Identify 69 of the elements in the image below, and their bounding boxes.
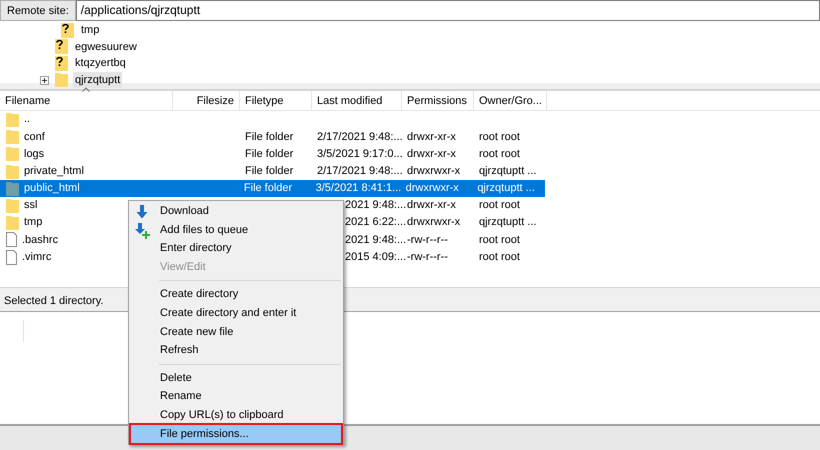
table-cell: -rw-r--r-- bbox=[407, 234, 448, 246]
file-name[interactable]: .. bbox=[22, 111, 32, 128]
menu-item[interactable]: Rename bbox=[131, 387, 341, 406]
table-cell: drwxr-xr-x bbox=[407, 130, 456, 143]
remote-site-label: Remote site: bbox=[0, 0, 76, 20]
folder-icon bbox=[6, 164, 19, 179]
menu-item[interactable]: Copy URL(s) to clipboard bbox=[131, 406, 341, 425]
tree-item[interactable]: egwesuurew bbox=[73, 38, 139, 55]
file-name[interactable]: public_html bbox=[22, 180, 82, 197]
add-to-queue-icon bbox=[135, 222, 150, 239]
path-field[interactable]: /applications/qjrzqtuptt bbox=[76, 0, 820, 20]
download-arrow-icon bbox=[136, 205, 148, 219]
selected-folder-icon bbox=[6, 180, 19, 196]
tree-item[interactable]: tmp bbox=[79, 22, 102, 38]
table-cell: File folder bbox=[245, 164, 294, 177]
unknown-folder-icon bbox=[61, 22, 74, 38]
folder-icon bbox=[6, 112, 19, 128]
table-cell: root root bbox=[479, 148, 520, 160]
table-cell: 2021 6:22:... bbox=[345, 216, 406, 228]
table-cell: File folder bbox=[245, 148, 294, 160]
table-cell: qjrzqtuptt ... bbox=[477, 182, 535, 194]
folder-icon bbox=[6, 129, 19, 144]
menu-item[interactable]: File permissions... bbox=[131, 424, 341, 444]
menu-item[interactable]: Delete bbox=[131, 368, 341, 388]
table-cell: 2015 4:09:... bbox=[345, 250, 406, 263]
file-icon bbox=[6, 232, 17, 248]
file-name[interactable]: private_html bbox=[22, 162, 86, 180]
menu-item[interactable]: Create new file bbox=[131, 322, 341, 342]
folder-icon bbox=[55, 72, 68, 88]
table-cell: root root bbox=[479, 199, 520, 212]
tree-item[interactable]: ktqzyertbq bbox=[73, 55, 128, 72]
menu-item[interactable]: Refresh bbox=[131, 341, 341, 360]
file-name[interactable]: ssl bbox=[22, 197, 40, 214]
tree-item[interactable]: qjrzqtuptt bbox=[73, 72, 122, 88]
table-cell: -rw-r--r-- bbox=[407, 250, 448, 263]
table-cell: root root bbox=[479, 130, 520, 143]
selected-row[interactable]: public_html File folder 3/5/2021 8:41:1... drwxrwxr-x qjrzqtuptt ... bbox=[0, 180, 545, 197]
table-cell: drwxrwxr-x bbox=[407, 216, 460, 228]
table-cell: root root bbox=[479, 250, 520, 263]
table-cell: 2/17/2021 9:48:... bbox=[317, 164, 403, 177]
table-cell: 2/17/2021 9:48:... bbox=[317, 130, 403, 143]
file-name[interactable]: conf bbox=[22, 128, 47, 146]
table-cell: qjrzqtuptt ... bbox=[479, 216, 536, 228]
file-icon bbox=[6, 250, 17, 265]
table-cell: File folder bbox=[245, 130, 294, 143]
folder-icon bbox=[6, 146, 19, 162]
table-cell: 2021 9:48:... bbox=[345, 234, 406, 246]
table-cell: drwxrwxr-x bbox=[406, 182, 459, 194]
table-cell: File folder bbox=[244, 182, 292, 194]
file-name[interactable]: .bashrc bbox=[20, 232, 60, 248]
table-cell: 3/5/2021 8:41:1... bbox=[316, 182, 402, 194]
unknown-folder-icon bbox=[55, 56, 68, 71]
table-cell: root root bbox=[479, 234, 520, 246]
table-cell: drwxr-xr-x bbox=[407, 148, 456, 160]
file-name[interactable]: tmp bbox=[22, 214, 44, 231]
menu-item[interactable]: Download bbox=[131, 202, 341, 221]
file-name[interactable]: logs bbox=[22, 146, 46, 162]
unknown-folder-icon bbox=[55, 39, 68, 54]
folder-icon bbox=[6, 215, 19, 230]
table-cell: qjrzqtuptt ... bbox=[479, 164, 536, 177]
file-name[interactable]: .vimrc bbox=[20, 248, 54, 266]
table-cell: 2021 9:48:... bbox=[345, 199, 406, 212]
table-cell: drwxr-xr-x bbox=[407, 199, 456, 212]
table-cell: 3/5/2021 9:17:0... bbox=[317, 148, 403, 160]
table-cell: drwxrwxr-x bbox=[407, 164, 460, 177]
expand-icon[interactable] bbox=[40, 76, 49, 84]
folder-icon bbox=[6, 198, 19, 214]
menu-item[interactable]: Add files to queue bbox=[131, 220, 341, 240]
menu-item[interactable]: Enter directory bbox=[131, 239, 341, 258]
